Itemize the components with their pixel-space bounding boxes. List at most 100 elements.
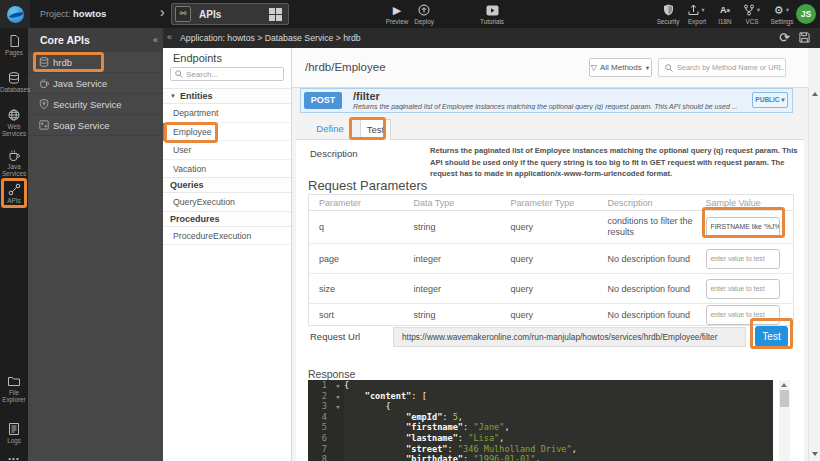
soap-icon	[39, 120, 53, 130]
code-line: 7 "street": "346 Mulholland Drive",	[308, 444, 773, 455]
methods-filter-dropdown[interactable]: ▽All Methods▼	[589, 58, 652, 77]
method-badge-post: POST	[304, 92, 342, 109]
sample-value-input-sort[interactable]: enter value to test	[706, 305, 780, 325]
endpoint-item-procedureexecution[interactable]: ProcedureExecution	[163, 227, 291, 246]
more-icon: •••	[0, 452, 28, 461]
request-url-input[interactable]: https://www.wavemakeronline.com/run-manj…	[393, 327, 746, 347]
section-queries[interactable]: Queries	[163, 177, 291, 193]
param-row-size: size integer query No description found …	[309, 274, 794, 304]
endpoint-item-employee[interactable]: Employee	[163, 123, 291, 142]
code-line: 4 "empId": 5,	[308, 412, 773, 423]
sidebar-item-java-services[interactable]: JavaServices	[0, 149, 28, 177]
settings-button[interactable]: ⚙▼Settings	[767, 4, 797, 25]
branch-icon: ▼	[738, 4, 766, 16]
response-label: Response	[308, 368, 355, 380]
scroll-up-icon[interactable]	[812, 92, 818, 96]
endpoint-item-vacation[interactable]: Vacation	[163, 160, 291, 179]
main-scrollbar[interactable]	[808, 88, 820, 461]
application-breadcrumb-bar: « Application: howtos > Database Service…	[163, 28, 820, 48]
search-icon	[665, 64, 673, 72]
deploy-button[interactable]: Deploy	[409, 4, 439, 25]
core-apis-panel: Core APIs« hrdb Java Service Security Se…	[28, 28, 163, 461]
endpoint-summary: Returns the paginated list of Employee i…	[353, 103, 753, 110]
apis-icon	[0, 183, 28, 195]
description-label: Description	[310, 148, 358, 159]
scroll-down-icon[interactable]	[812, 452, 818, 456]
api-path-title: /hrdb/Employee	[305, 61, 386, 73]
service-item-security[interactable]: Security Service	[28, 94, 163, 115]
sidebar-more-button[interactable]: •••	[0, 452, 28, 461]
sidebar-item-web-services[interactable]: WebServices	[0, 109, 28, 137]
code-line: 3 ▼ {	[308, 401, 773, 412]
section-procedures[interactable]: Procedures	[163, 211, 291, 227]
editor-scrollbar[interactable]	[779, 380, 790, 461]
endpoints-search-input[interactable]: Search...	[170, 67, 284, 81]
sidebar-item-logs[interactable]: Logs	[0, 423, 28, 444]
code-line: 1 ▼{	[308, 380, 773, 391]
param-row-sort: sort string query No description found e…	[309, 304, 794, 326]
code-line: 8 "birthdate": "1996-01-01",	[308, 454, 773, 461]
test-tab-content: Description Returns the paginated list o…	[296, 139, 804, 461]
chevron-right-icon: ›	[160, 4, 165, 20]
sidebar-item-databases[interactable]: Databases	[0, 72, 28, 93]
user-avatar[interactable]: JS	[796, 4, 816, 24]
deploy-icon	[409, 4, 439, 16]
grid-icon[interactable]	[269, 8, 282, 21]
security-button[interactable]: Security	[652, 4, 684, 25]
code-line: 5 "firstname": "Jane",	[308, 422, 773, 433]
refresh-icon[interactable]: ⟳	[779, 30, 790, 45]
sample-value-input-size[interactable]: enter value to test	[706, 279, 780, 299]
method-search-input[interactable]: Search by Method Name or URL...	[658, 58, 786, 77]
test-button[interactable]: Test	[755, 326, 788, 347]
collapse-panel-icon[interactable]: «	[167, 32, 172, 42]
wavemaker-logo[interactable]	[0, 0, 30, 28]
endpoints-title: Endpoints	[163, 48, 291, 67]
scroll-thumb[interactable]	[780, 390, 789, 407]
core-apis-title: Core APIs«	[28, 28, 163, 52]
i18n-button[interactable]: AaI18N	[712, 4, 738, 25]
preview-button[interactable]: ▶Preview	[382, 4, 412, 25]
code-line: 6 "lastname": "Lisa",	[308, 433, 773, 444]
top-bar: Project: howtos › ⚯ APIs ▶Preview Deploy…	[0, 0, 820, 28]
endpoint-item-user[interactable]: User	[163, 141, 291, 160]
tutorials-button[interactable]: Tutorials	[475, 4, 509, 25]
endpoint-item-department[interactable]: Department	[163, 104, 291, 123]
service-item-soap[interactable]: Soap Service	[28, 115, 163, 136]
sample-value-input-q[interactable]: FIRSTNAME like '%J%' a	[706, 217, 780, 237]
translate-icon: Aa	[712, 4, 738, 16]
request-parameters-title: Request Parameters	[308, 178, 427, 193]
vcs-button[interactable]: ▼VCS	[738, 4, 766, 25]
request-url-label: Request Url	[310, 331, 360, 342]
caret-down-icon: ▼	[170, 93, 176, 99]
response-editor[interactable]: 1 ▼{2 ▼ "content": [3 ▼ {4 "empId": 5,5 …	[308, 380, 773, 461]
tab-bar: Define Test	[300, 113, 793, 139]
service-item-java[interactable]: Java Service	[28, 73, 163, 94]
save-icon[interactable]	[799, 32, 810, 43]
collapse-icon[interactable]: «	[153, 28, 158, 52]
sample-value-input-page[interactable]: enter value to test	[706, 249, 780, 269]
pages-icon	[0, 35, 28, 47]
service-item-hrdb[interactable]: hrdb	[28, 52, 163, 73]
logo-icon	[7, 6, 24, 23]
scroll-up-icon[interactable]	[781, 383, 787, 387]
sidebar-item-file-explorer[interactable]: FileExplorer	[0, 375, 28, 403]
databases-icon	[0, 72, 28, 84]
param-row-q: q string query conditions to filter the …	[309, 211, 794, 244]
section-entities[interactable]: ▼Entities	[163, 88, 291, 104]
shield-icon	[39, 99, 53, 109]
tab-define[interactable]: Define	[306, 119, 354, 140]
api-icon: ⚯	[175, 6, 191, 22]
endpoint-card-post-filter[interactable]: POST /filter Returns the paginated list …	[300, 88, 793, 113]
table-header-row: Parameter Data Type Parameter Type Descr…	[309, 195, 794, 211]
project-label: Project: howtos	[40, 8, 106, 19]
endpoint-item-queryexecution[interactable]: QueryExecution	[163, 193, 291, 212]
sidebar-item-apis[interactable]: APIs	[0, 183, 28, 204]
apis-workspace-tab[interactable]: ⚯ APIs	[171, 3, 289, 25]
web-services-icon	[0, 109, 28, 121]
breadcrumb: Application: howtos > Database Service >…	[180, 33, 361, 43]
tab-test[interactable]: Test	[360, 119, 391, 140]
access-dropdown[interactable]: PUBLIC ▾	[752, 92, 788, 108]
export-button[interactable]: ▼Export	[683, 4, 711, 25]
sidebar-item-pages[interactable]: Pages	[0, 35, 28, 56]
logs-icon	[0, 423, 28, 435]
